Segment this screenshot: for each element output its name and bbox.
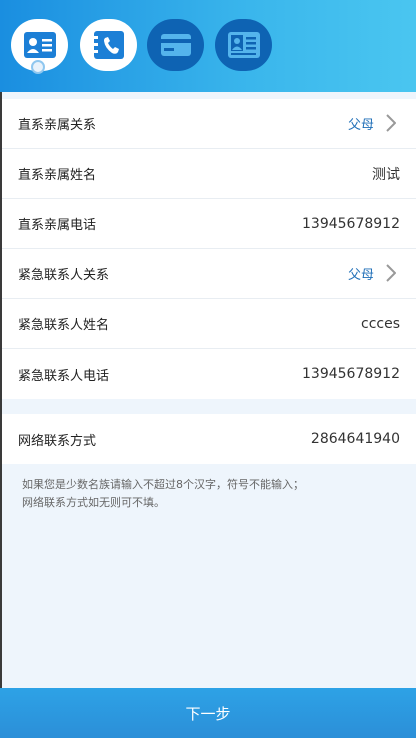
id-card-icon [23,32,56,58]
bank-card-icon [160,34,191,56]
relative-name-row[interactable]: 直系亲属姓名 测试 [2,149,416,199]
emergency-phone-value[interactable]: 13945678912 [302,366,400,382]
emergency-phone-label: 紧急联系人电话 [18,368,110,384]
emergency-name-label: 紧急联系人姓名 [18,318,110,333]
emergency-name-value[interactable]: ccces [361,316,400,332]
chevron-right-icon[interactable] [386,264,396,282]
emergency-relation-label: 紧急联系人关系 [18,268,110,283]
work-badge-icon [227,32,260,58]
next-step-button[interactable]: 下一步 [0,688,416,738]
emergency-phone-row[interactable]: 紧急联系人电话 13945678912 [2,349,416,399]
relative-phone-value[interactable]: 13945678912 [302,216,400,232]
emergency-relation-value[interactable]: 父母 [348,264,374,283]
network-contact-row[interactable]: 网络联系方式 2864641940 [2,414,416,464]
input-hint: 如果您是少数名族请输入不超过8个汉字，符号不能输入； 网络联系方式如无则可不填。 [22,476,402,512]
emergency-relation-row[interactable]: 紧急联系人关系 父母 [2,249,416,299]
step-contacts[interactable] [80,19,137,71]
relative-name-label: 直系亲属姓名 [18,168,97,183]
network-contact-label: 网络联系方式 [18,433,97,449]
relative-phone-label: 直系亲属电话 [18,218,97,233]
next-step-label: 下一步 [185,704,231,723]
relative-phone-row[interactable]: 直系亲属电话 13945678912 [2,199,416,249]
relatives-section: 直系亲属关系 父母 直系亲属姓名 测试 直系亲属电话 13945678912 紧… [2,99,416,399]
phone-book-icon [93,31,124,59]
emergency-name-row[interactable]: 紧急联系人姓名 ccces [2,299,416,349]
step-work-info[interactable] [215,19,272,71]
hint-line-2: 网络联系方式如无则可不填。 [22,496,165,509]
relative-relation-label: 直系亲属关系 [18,118,97,133]
step-bank-card[interactable] [147,19,204,71]
relative-name-value[interactable]: 测试 [372,164,400,184]
relative-relation-value[interactable]: 父母 [348,114,374,133]
relative-relation-row[interactable]: 直系亲属关系 父母 [2,99,416,149]
current-step-indicator [31,60,45,74]
progress-header [0,0,416,92]
network-contact-value[interactable]: 2864641940 [311,431,400,447]
chevron-right-icon[interactable] [386,114,396,132]
hint-line-1: 如果您是少数名族请输入不超过8个汉字，符号不能输入； [22,478,304,491]
network-section: 网络联系方式 2864641940 [2,414,416,464]
